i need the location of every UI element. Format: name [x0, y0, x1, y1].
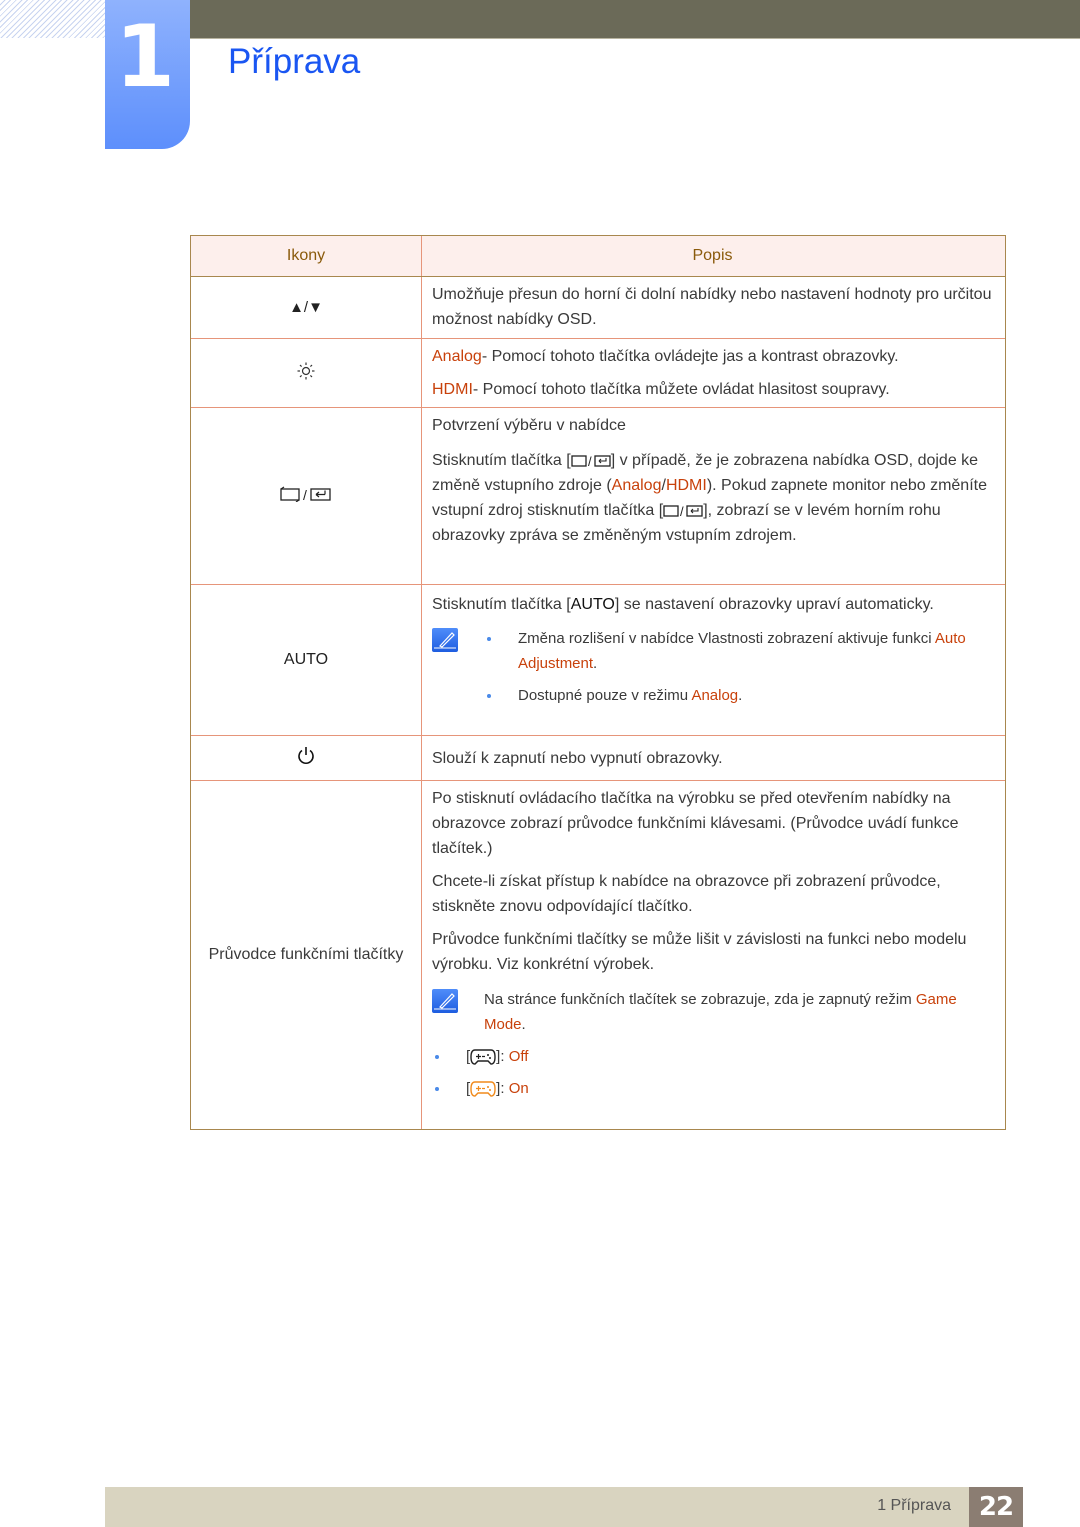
svg-text:/: / [588, 454, 592, 468]
source-enter-icon: / [663, 504, 703, 518]
row-description: Umožňuje přesun do horní či dolní nabídk… [432, 286, 992, 328]
table-row: Slouží k zapnutí nebo vypnutí obrazovky. [191, 735, 1005, 780]
list-item: []: On [432, 1076, 993, 1101]
table-row: Průvodce funkčními tlačítky Po stisknutí… [191, 780, 1005, 1129]
page-number: 22 [969, 1487, 1023, 1527]
source-enter-icon: / [571, 454, 611, 468]
svg-text:/: / [303, 487, 307, 502]
guide-paragraph: Po stisknutí ovládacího tlačítka na výro… [432, 790, 959, 857]
table-row: Analog- Pomocí tohoto tlačítka ovládejte… [191, 338, 1005, 407]
note-block: Změna rozlišení v nabídce Vlastnosti zob… [432, 626, 993, 715]
table-row: / Potvrzení výběru v nabídce Stisknutím … [191, 407, 1005, 584]
table-row: AUTO Stisknutím tlačítka [AUTO] se nasta… [191, 584, 1005, 735]
chapter-tab: 1 [105, 0, 190, 149]
footer-section-label: 1 Příprava [877, 1497, 951, 1514]
hdmi-line: HDMI- Pomocí tohoto tlačítka můžete ovlá… [432, 381, 890, 398]
note-block: Na stránce funkčních tlačítek se zobrazu… [432, 987, 993, 1108]
auto-notes-list: Změna rozlišení v nabídce Vlastnosti zob… [484, 626, 993, 708]
guide-paragraph: Průvodce funkčními tlačítky se může liši… [432, 931, 967, 973]
function-key-guide-label: Průvodce funkčními tlačítky [208, 946, 404, 963]
page-title: Příprava [228, 42, 361, 81]
header-bar [190, 0, 1080, 38]
list-item: Dostupné pouze v režimu Analog. [484, 683, 993, 708]
buttons-table: Ikony Popis ▲/▼ Umožňuje přesun do horní… [190, 235, 1006, 1130]
svg-text:/: / [680, 504, 684, 518]
header-divider [190, 38, 1080, 39]
game-mode-list: []: Off []: On [432, 1044, 993, 1101]
confirm-text: Potvrzení výběru v nabídce [432, 417, 626, 434]
game-pad-off-icon [470, 1049, 496, 1065]
page-footer: 1 Příprava 22 [105, 1487, 1023, 1527]
power-icon [296, 746, 316, 771]
list-item: []: Off [432, 1044, 993, 1069]
auto-description: Stisknutím tlačítka [AUTO] se nastavení … [432, 596, 934, 613]
note-pencil-icon [432, 989, 458, 1013]
guide-paragraph: Chcete-li získat přístup k nabídce na ob… [432, 873, 941, 915]
column-header-icons: Ikony [191, 236, 422, 276]
source-description: Stisknutím tlačítka [/] v případě, že je… [432, 452, 987, 544]
table-row: ▲/▼ Umožňuje přesun do horní či dolní na… [191, 277, 1005, 338]
note-pencil-icon [432, 628, 458, 652]
power-description: Slouží k zapnutí nebo vypnutí obrazovky. [432, 749, 723, 767]
column-header-description: Popis [692, 247, 733, 264]
chapter-number: 1 [115, 7, 175, 107]
table-header-row: Ikony Popis [191, 236, 1005, 277]
brightness-icon [297, 362, 315, 385]
game-mode-note: Na stránce funkčních tlačítek se zobrazu… [484, 991, 957, 1033]
game-pad-on-icon [470, 1081, 496, 1097]
analog-line: Analog- Pomocí tohoto tlačítka ovládejte… [432, 348, 899, 365]
auto-button-label: AUTO [283, 651, 329, 668]
list-item: Změna rozlišení v nabídce Vlastnosti zob… [484, 626, 993, 676]
source-enter-icon: / [280, 486, 332, 507]
header-hatch-decoration [0, 0, 105, 38]
up-down-arrows-icon: ▲/▼ [191, 277, 422, 338]
